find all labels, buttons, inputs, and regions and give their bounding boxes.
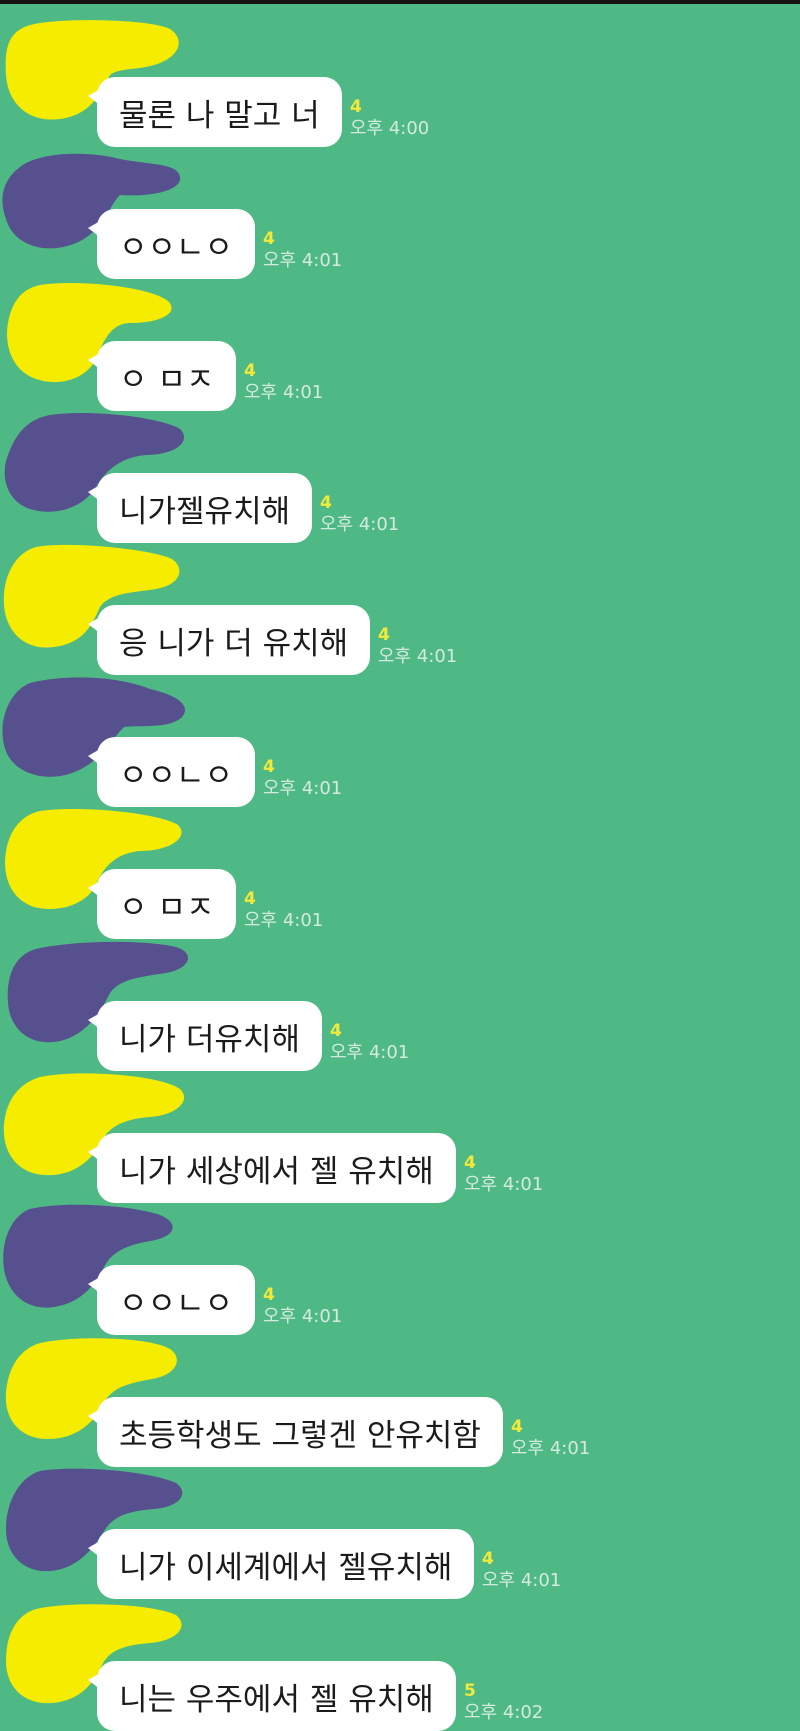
unread-count: 4	[464, 1153, 476, 1173]
message-meta: 4 오후 4:01	[464, 1155, 543, 1194]
message-meta: 5 오후 4:02	[464, 1683, 543, 1722]
message-text: 니는 우주에서 젤 유치해	[119, 1681, 434, 1718]
unread-count: 4	[378, 625, 390, 645]
message-meta: 4 오후 4:01	[263, 759, 342, 798]
message-text: ㅇ ㅁㅈ	[119, 361, 215, 398]
message-text: 초등학생도 그렇겐 안유치함	[119, 1417, 481, 1454]
message-meta: 4 오후 4:01	[263, 231, 342, 270]
chat-message: 니가젤유치해 4 오후 4:01	[0, 411, 800, 543]
unread-count: 4	[263, 229, 275, 249]
unread-count: 4	[244, 889, 256, 909]
message-time: 오후 4:01	[263, 1306, 343, 1327]
unread-count: 4	[320, 493, 332, 513]
message-time: 오후 4:00	[350, 118, 430, 139]
message-bubble[interactable]: 응 니가 더 유치해	[87, 605, 371, 675]
message-meta: 4 오후 4:01	[482, 1551, 561, 1590]
chat-message: ㅇㅇㄴㅇ 4 오후 4:01	[0, 675, 800, 807]
message-bubble[interactable]: 니가 이세계에서 젤유치해	[87, 1529, 475, 1599]
message-text: ㅇㅇㄴㅇ	[119, 229, 234, 266]
unread-count: 4	[244, 361, 256, 381]
message-bubble[interactable]: ㅇㅇㄴㅇ	[87, 209, 256, 279]
chat-message: 니가 세상에서 젤 유치해 4 오후 4:01	[0, 1071, 800, 1203]
chat-message: 물론 나 말고 너 4 오후 4:00	[0, 15, 800, 147]
message-text: 응 니가 더 유치해	[119, 625, 349, 662]
message-meta: 4 오후 4:01	[320, 495, 399, 534]
chat-message: ㅇㅇㄴㅇ 4 오후 4:01	[0, 1203, 800, 1335]
message-text: 물론 나 말고 너	[119, 97, 320, 134]
message-time: 오후 4:01	[320, 514, 400, 535]
message-time: 오후 4:01	[244, 910, 324, 931]
message-time: 오후 4:01	[263, 250, 343, 271]
chat-message: 응 니가 더 유치해 4 오후 4:01	[0, 543, 800, 675]
unread-count: 4	[511, 1417, 523, 1437]
unread-count: 4	[330, 1021, 342, 1041]
message-time: 오후 4:01	[263, 778, 343, 799]
message-bubble[interactable]: ㅇ ㅁㅈ	[87, 341, 237, 411]
chat-message: 니가 이세계에서 젤유치해 4 오후 4:01	[0, 1467, 800, 1599]
message-time: 오후 4:01	[244, 382, 324, 403]
message-meta: 4 오후 4:01	[511, 1419, 590, 1458]
message-time: 오후 4:01	[464, 1174, 544, 1195]
chat-message: ㅇㅇㄴㅇ 4 오후 4:01	[0, 147, 800, 279]
message-bubble[interactable]: 물론 나 말고 너	[88, 77, 342, 147]
message-bubble[interactable]: 니가 더유치해	[88, 1001, 322, 1071]
message-time: 오후 4:01	[511, 1438, 591, 1459]
unread-count: 4	[350, 97, 362, 117]
message-text: ㅇ ㅁㅈ	[119, 889, 215, 926]
chat-message: ㅇ ㅁㅈ 4 오후 4:01	[0, 279, 800, 411]
message-bubble[interactable]: 니가 세상에서 젤 유치해	[88, 1133, 456, 1203]
chat-message: 니는 우주에서 젤 유치해 5 오후 4:02	[0, 1599, 800, 1731]
unread-count: 4	[263, 757, 275, 777]
message-text: 니가 세상에서 젤 유치해	[119, 1153, 434, 1190]
message-text: 니가 이세계에서 젤유치해	[119, 1549, 453, 1586]
message-bubble[interactable]: 니는 우주에서 젤 유치해	[88, 1661, 456, 1731]
message-text: ㅇㅇㄴㅇ	[119, 757, 234, 794]
message-time: 오후 4:01	[330, 1042, 410, 1063]
unread-count: 4	[263, 1285, 275, 1305]
message-bubble[interactable]: ㅇ ㅁㅈ	[87, 869, 237, 939]
message-bubble[interactable]: ㅇㅇㄴㅇ	[87, 1265, 256, 1335]
chat-message: 초등학생도 그렇겐 안유치함 4 오후 4:01	[0, 1335, 800, 1467]
message-meta: 4 오후 4:01	[244, 891, 323, 930]
message-text: 니가 더유치해	[119, 1021, 300, 1058]
message-meta: 4 오후 4:01	[263, 1287, 342, 1326]
message-time: 오후 4:01	[482, 1570, 562, 1591]
chat-message: ㅇ ㅁㅈ 4 오후 4:01	[0, 807, 800, 939]
message-text: ㅇㅇㄴㅇ	[119, 1285, 234, 1322]
message-meta: 4 오후 4:01	[330, 1023, 409, 1062]
message-time: 오후 4:02	[464, 1702, 544, 1723]
chat-message: 니가 더유치해 4 오후 4:01	[0, 939, 800, 1071]
message-meta: 4 오후 4:01	[378, 627, 457, 666]
message-meta: 4 오후 4:01	[244, 363, 323, 402]
message-time: 오후 4:01	[378, 646, 458, 667]
unread-count: 4	[482, 1549, 494, 1569]
message-bubble[interactable]: 초등학생도 그렇겐 안유치함	[88, 1397, 503, 1467]
chat-message-list[interactable]: 물론 나 말고 너 4 오후 4:00 ㅇㅇㄴㅇ 4 오후 4:01 ㅇ ㅁㅈ …	[0, 4, 800, 1731]
message-meta: 4 오후 4:00	[350, 99, 429, 138]
message-text: 니가젤유치해	[119, 493, 291, 530]
unread-count: 5	[464, 1681, 476, 1701]
message-bubble[interactable]: ㅇㅇㄴㅇ	[87, 737, 256, 807]
message-bubble[interactable]: 니가젤유치해	[87, 473, 313, 543]
